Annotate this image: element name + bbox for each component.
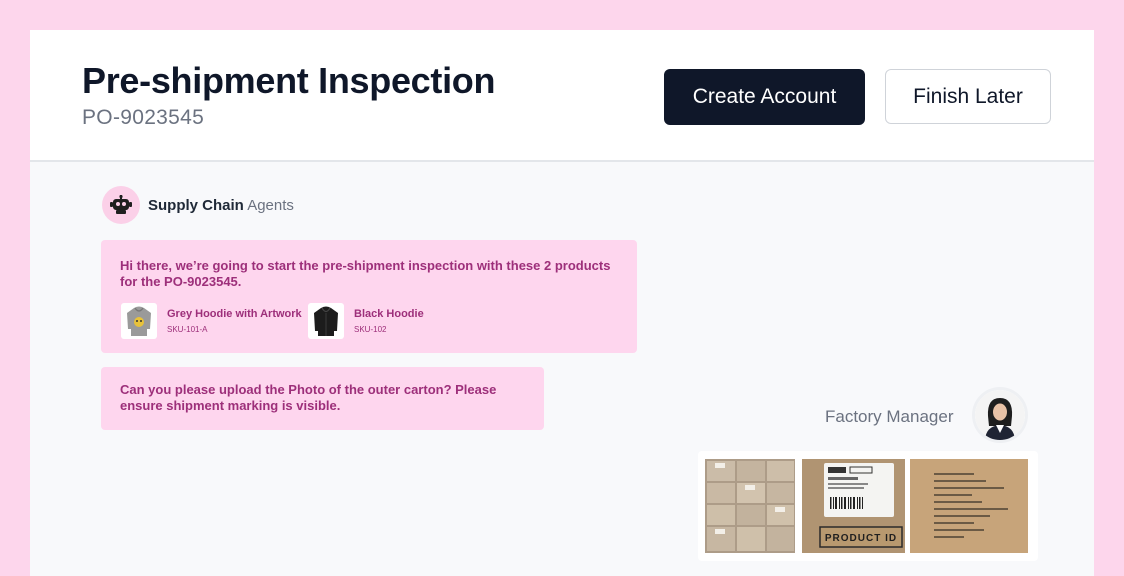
message-text: Hi there, we’re going to start the pre-s… bbox=[120, 258, 611, 289]
uploaded-photos: PRODUCT ID bbox=[698, 451, 1038, 561]
agent-name-primary: Supply Chain bbox=[148, 197, 244, 214]
message-text: Can you please upload the Photo of the o… bbox=[120, 382, 497, 413]
finish-later-button[interactable]: Finish Later bbox=[885, 69, 1051, 124]
factory-manager-name: Factory Manager bbox=[825, 407, 954, 426]
black-hoodie-icon bbox=[308, 303, 344, 339]
app-frame: Pre-shipment Inspection PO-9023545 Creat… bbox=[30, 30, 1094, 576]
avatar bbox=[975, 390, 1025, 440]
photo-label: PRODUCT ID bbox=[825, 533, 897, 544]
product-sku: SKU-101-A bbox=[167, 325, 208, 334]
create-account-button[interactable]: Create Account bbox=[664, 69, 865, 125]
product-sku: SKU-102 bbox=[354, 325, 387, 334]
carton-photo[interactable] bbox=[705, 459, 795, 553]
product-info: Black Hoodie SKU-102 bbox=[354, 308, 424, 334]
agent-message-bubble: Hi there, we’re going to start the pre-s… bbox=[101, 240, 637, 353]
product-item[interactable]: Grey Hoodie with Artwork SKU-101-A bbox=[121, 303, 302, 339]
carton-marking-photo[interactable] bbox=[910, 459, 1028, 553]
product-name: Grey Hoodie with Artwork bbox=[167, 308, 302, 320]
agent-message-bubble: Can you please upload the Photo of the o… bbox=[101, 367, 544, 430]
page-title: Pre-shipment Inspection bbox=[82, 60, 496, 101]
page-header: Pre-shipment Inspection PO-9023545 Creat… bbox=[30, 30, 1094, 162]
product-info: Grey Hoodie with Artwork SKU-101-A bbox=[167, 308, 302, 334]
agent-name: Supply Chain Agents bbox=[148, 197, 294, 214]
product-name: Black Hoodie bbox=[354, 308, 424, 320]
po-number: PO-9023545 bbox=[82, 106, 205, 129]
robot-icon bbox=[102, 186, 140, 224]
agent-name-secondary: Agents bbox=[247, 197, 294, 214]
grey-hoodie-icon bbox=[121, 303, 157, 339]
product-item[interactable]: Black Hoodie SKU-102 bbox=[308, 303, 424, 339]
shipment-label-photo[interactable]: PRODUCT ID bbox=[802, 459, 905, 553]
